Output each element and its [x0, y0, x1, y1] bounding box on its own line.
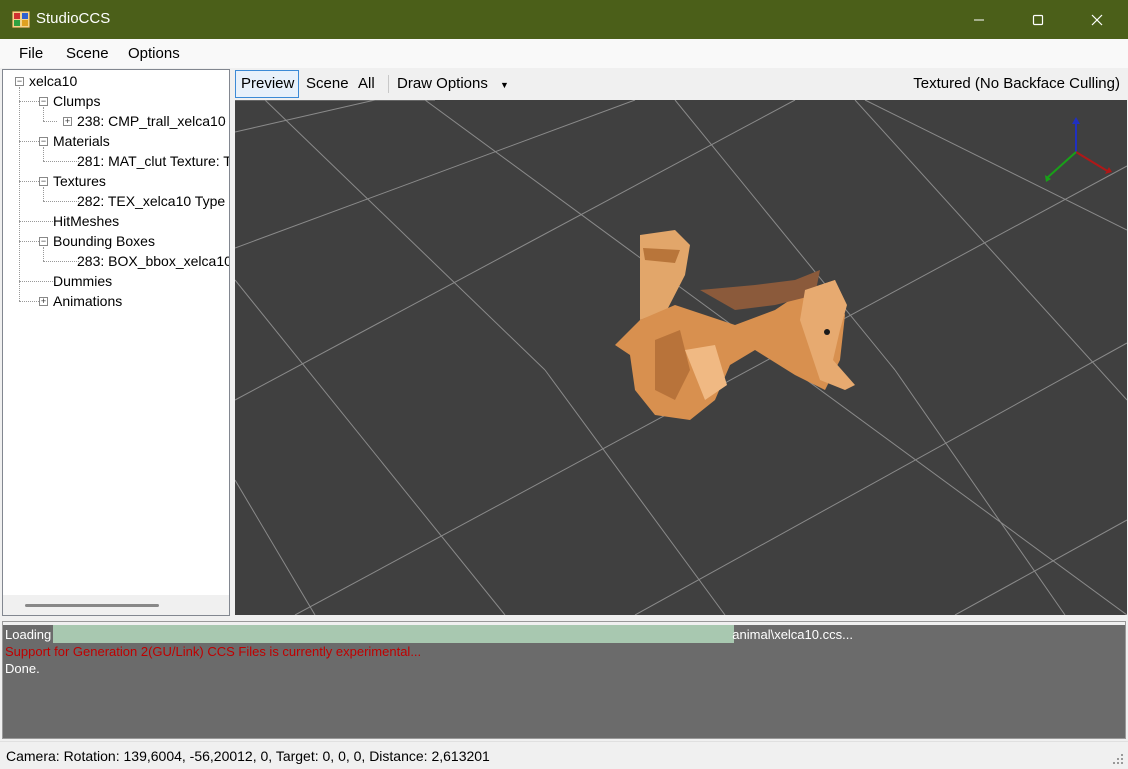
- close-icon: [1091, 14, 1103, 25]
- window-title: StudioCCS: [36, 10, 111, 27]
- tab-preview[interactable]: Preview: [241, 75, 294, 92]
- tree-node-animations[interactable]: Animations: [53, 291, 122, 311]
- status-bar: Camera: Rotation: 139,6004, -56,20012, 0…: [0, 741, 1128, 769]
- expand-icon[interactable]: +: [39, 297, 48, 306]
- model-preview: [615, 230, 855, 420]
- camera-status: Camera: Rotation: 139,6004, -56,20012, 0…: [6, 748, 490, 764]
- menu-options[interactable]: Options: [128, 45, 180, 62]
- tree-node-material-item[interactable]: 281: MAT_clut Texture: T: [77, 151, 229, 171]
- tree-node-bounding-boxes[interactable]: Bounding Boxes: [53, 231, 155, 251]
- tree-node-textures[interactable]: Textures: [53, 171, 106, 191]
- log-console[interactable]: Loading animal\xelca10.ccs... Support for…: [2, 621, 1126, 739]
- axis-gizmo: [1045, 117, 1112, 182]
- dropdown-arrow-icon: ▼: [500, 80, 509, 90]
- minimize-button[interactable]: [950, 0, 1008, 39]
- toolbar-separator: [388, 75, 389, 93]
- tree-node-materials[interactable]: Materials: [53, 131, 110, 151]
- title-bar: StudioCCS: [0, 0, 1128, 39]
- collapse-icon[interactable]: −: [39, 137, 48, 146]
- log-loading-label: Loading: [5, 627, 52, 642]
- tab-all[interactable]: All: [358, 75, 375, 92]
- collapse-icon[interactable]: −: [39, 237, 48, 246]
- log-warning-line: Support for Generation 2(GU/Link) CCS Fi…: [5, 644, 422, 659]
- log-line: Loading animal\xelca10.ccs...: [5, 627, 853, 642]
- tree-node-hitmeshes[interactable]: HitMeshes: [53, 211, 119, 231]
- tree-node-texture-item[interactable]: 282: TEX_xelca10 Type: [77, 191, 225, 211]
- menu-scene[interactable]: Scene: [66, 45, 109, 62]
- tree-node-bbox-item[interactable]: 283: BOX_bbox_xelca10: [77, 251, 229, 271]
- tree-node-clump-item[interactable]: 238: CMP_trall_xelca10: [77, 111, 226, 131]
- draw-options-label: Draw Options: [397, 75, 488, 92]
- 3d-viewport[interactable]: [235, 100, 1127, 615]
- maximize-icon: [1032, 14, 1044, 25]
- menu-bar: File Scene Options: [0, 39, 1128, 68]
- collapse-icon[interactable]: −: [15, 77, 24, 86]
- tab-scene[interactable]: Scene: [306, 75, 349, 92]
- collapse-icon[interactable]: −: [39, 177, 48, 186]
- maximize-button[interactable]: [1009, 0, 1067, 39]
- resize-grip-icon[interactable]: [1112, 753, 1124, 765]
- render-mode-label: Textured (No Backface Culling): [913, 75, 1120, 92]
- close-button[interactable]: [1068, 0, 1126, 39]
- log-line: Done.: [5, 661, 40, 676]
- collapse-icon[interactable]: −: [39, 97, 48, 106]
- tree-node-root[interactable]: xelca10: [29, 71, 77, 91]
- menu-file[interactable]: File: [19, 45, 43, 62]
- app-icon: [12, 11, 30, 28]
- draw-options-dropdown[interactable]: Draw Options ▼: [397, 75, 509, 92]
- tree-node-dummies[interactable]: Dummies: [53, 271, 112, 291]
- scene-tree[interactable]: − xelca10 − Clumps + 238: CMP_trall_xelc…: [2, 69, 230, 616]
- expand-icon[interactable]: +: [63, 117, 72, 126]
- log-path: animal\xelca10.ccs...: [732, 627, 853, 642]
- tree-node-clumps[interactable]: Clumps: [53, 91, 100, 111]
- viewport-toolbar: Preview Scene All Draw Options ▼ Texture…: [234, 69, 1126, 100]
- scrollbar-thumb[interactable]: [25, 604, 159, 607]
- minimize-icon: [974, 19, 984, 20]
- viewport-canvas: [235, 100, 1127, 615]
- horizontal-scrollbar[interactable]: [3, 595, 229, 615]
